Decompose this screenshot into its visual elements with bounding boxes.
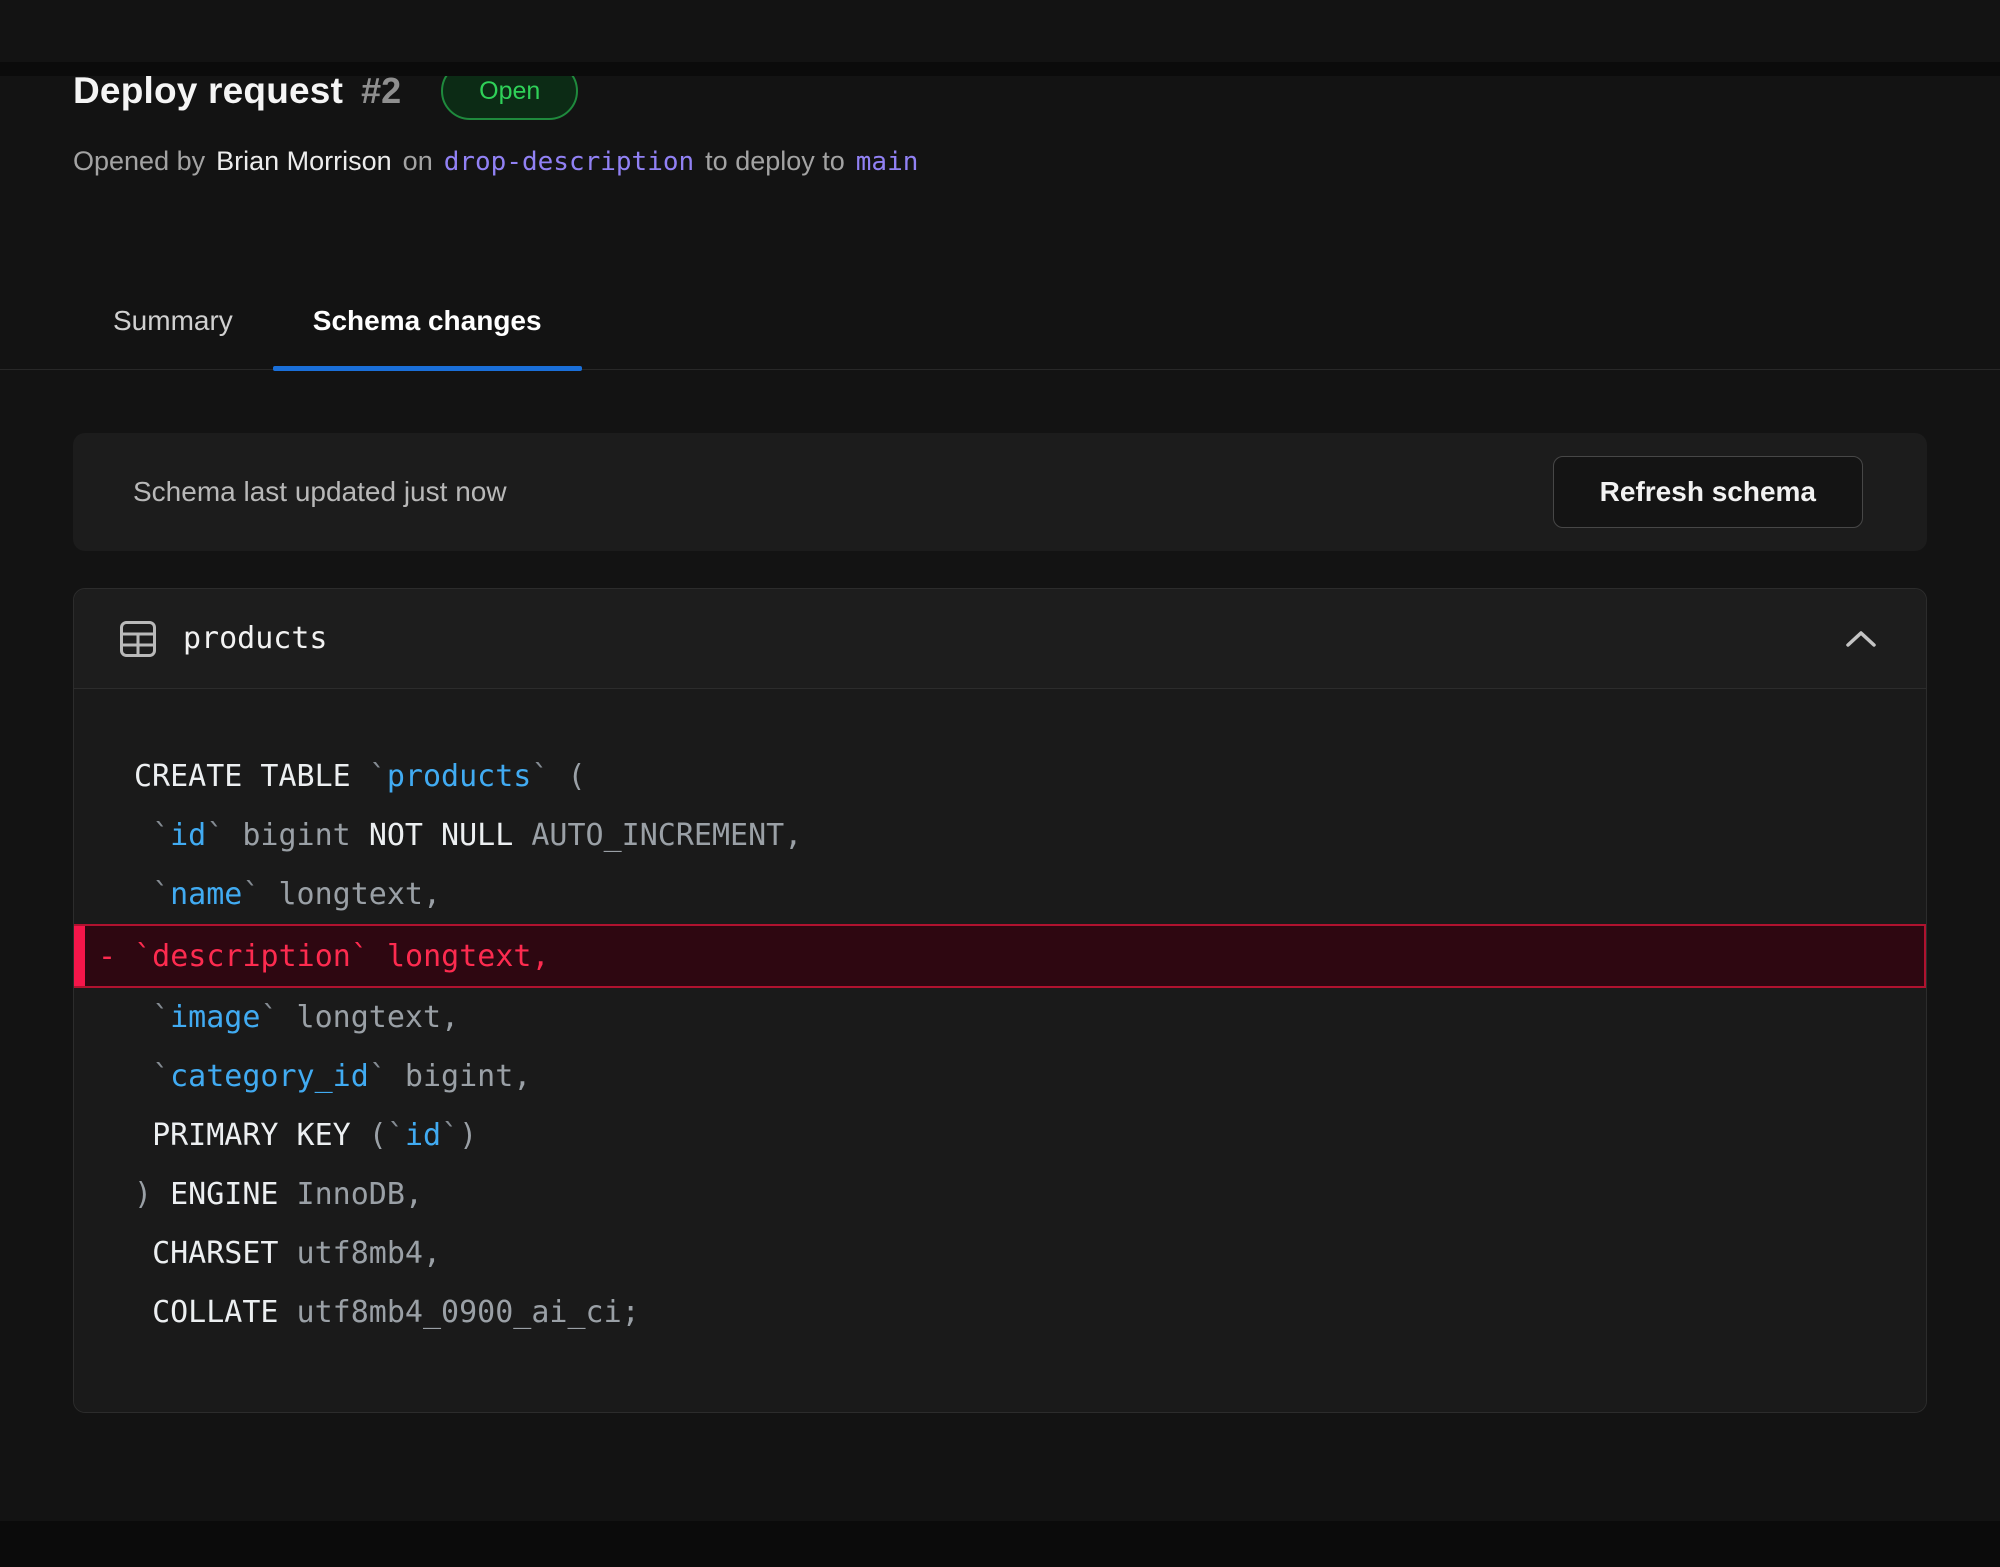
sql-line: CHARSET utf8mb4, [74, 1224, 1926, 1283]
products-panel-header[interactable]: products [74, 589, 1926, 689]
sql-line-text: CHARSET utf8mb4, [134, 1236, 441, 1271]
subtitle: Opened by Brian Morrison on drop-descrip… [73, 146, 1927, 177]
opened-by-label: Opened by [73, 146, 205, 177]
page-title: Deploy request [73, 70, 343, 112]
letterbox-bottom [0, 1521, 2000, 1567]
author-name: Brian Morrison [216, 146, 392, 177]
deploy-request-number: #2 [361, 70, 401, 112]
sql-line: COLLATE utf8mb4_0900_ai_ci; [74, 1283, 1926, 1342]
sql-code: CREATE TABLE `products` ( `id` bigint NO… [74, 689, 1926, 1412]
source-branch-link[interactable]: drop-description [444, 147, 694, 177]
schema-refresh-bar: Schema last updated just now Refresh sch… [73, 433, 1927, 551]
tab-bar: Summary Schema changes [0, 285, 2000, 370]
table-icon [119, 620, 157, 658]
sql-line: `category_id` bigint, [74, 1047, 1926, 1106]
refresh-schema-button[interactable]: Refresh schema [1553, 456, 1863, 528]
sql-line-text: - `description` longtext, [85, 939, 550, 974]
sql-line-text: `name` longtext, [134, 877, 441, 912]
sql-line-deleted: - `description` longtext, [74, 924, 1926, 988]
sql-line: PRIMARY KEY (`id`) [74, 1106, 1926, 1165]
on-label: on [403, 146, 433, 177]
sql-line-text: `category_id` bigint, [134, 1059, 531, 1094]
sql-line: ) ENGINE InnoDB, [74, 1165, 1926, 1224]
letterbox-top [0, 62, 2000, 76]
tab-schema-changes[interactable]: Schema changes [273, 285, 582, 369]
sql-line-text: `image` longtext, [134, 1000, 459, 1035]
target-branch-link[interactable]: main [856, 147, 919, 177]
sql-line-text: `id` bigint NOT NULL AUTO_INCREMENT, [134, 818, 802, 853]
deploy-phrase: to deploy to [705, 146, 845, 177]
sql-line: `id` bigint NOT NULL AUTO_INCREMENT, [74, 806, 1926, 865]
sql-line-text: PRIMARY KEY (`id`) [134, 1118, 477, 1153]
deleted-line-marker [74, 926, 85, 986]
sql-line: CREATE TABLE `products` ( [74, 747, 1926, 806]
tab-summary[interactable]: Summary [73, 285, 273, 369]
chevron-up-icon [1844, 628, 1878, 650]
sql-line: `image` longtext, [74, 988, 1926, 1047]
table-name: products [183, 621, 328, 656]
deploy-request-page: Deploy request #2 Open Opened by Brian M… [0, 62, 2000, 1413]
sql-line-text: COLLATE utf8mb4_0900_ai_ci; [134, 1295, 640, 1330]
sql-line-text: ) ENGINE InnoDB, [134, 1177, 423, 1212]
schema-status-text: Schema last updated just now [133, 476, 1553, 508]
products-table-panel: products CREATE TABLE `products` ( `id` … [73, 588, 1927, 1413]
sql-line-text: CREATE TABLE `products` ( [134, 759, 586, 794]
sql-line: `name` longtext, [74, 865, 1926, 924]
